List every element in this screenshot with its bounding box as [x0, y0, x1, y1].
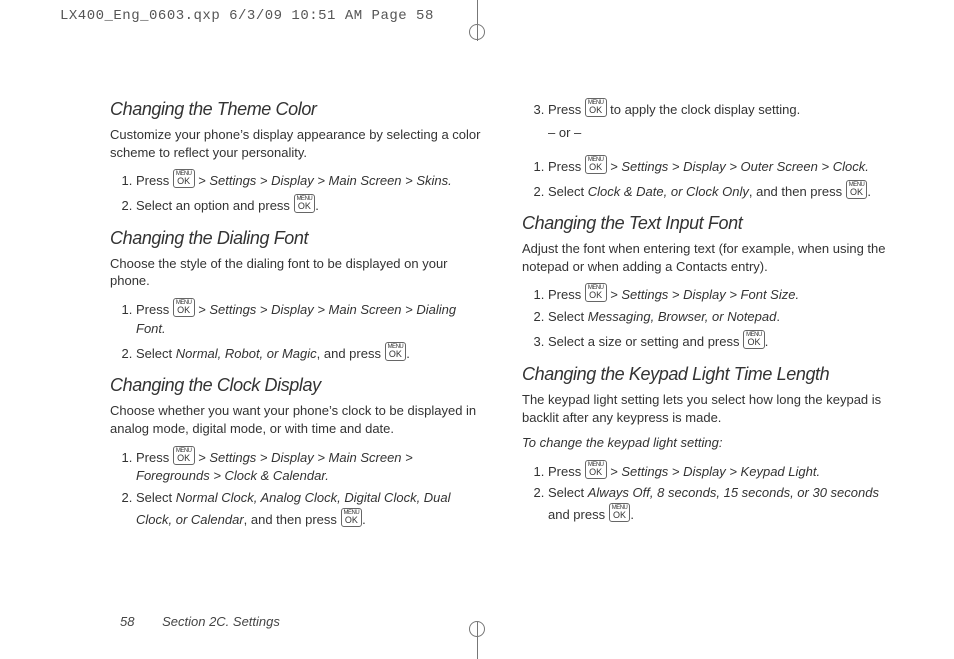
menu-ok-icon: MENUOK — [173, 298, 195, 317]
text: , and then press — [244, 512, 341, 527]
text: . — [867, 184, 871, 199]
steps-theme: Press MENUOK > Settings > Display > Main… — [110, 169, 482, 216]
step-theme-1: Press MENUOK > Settings > Display > Main… — [136, 169, 482, 191]
steps-dialing: Press MENUOK > Settings > Display > Main… — [110, 298, 482, 364]
left-column: Changing the Theme Color Customize your … — [110, 95, 482, 542]
text: Select — [136, 490, 176, 505]
text: , and press — [317, 346, 385, 361]
options: Normal, Robot, or Magic — [176, 346, 317, 361]
menu-ok-icon: MENUOK — [173, 169, 195, 188]
step-keypad-2: Select Always Off, 8 seconds, 15 seconds… — [548, 484, 894, 525]
text: Press — [548, 464, 585, 479]
crop-mark-bottom — [477, 637, 478, 659]
page-frame: Changing the Theme Color Customize your … — [50, 40, 924, 619]
crop-register-bottom — [469, 621, 485, 637]
step-clock-1: Press MENUOK > Settings > Display > Main… — [136, 446, 482, 487]
step-clock-2: Select Normal Clock, Analog Clock, Digit… — [136, 489, 482, 530]
step-text-1: Press MENUOK > Settings > Display > Font… — [548, 283, 894, 305]
menu-ok-icon: MENUOK — [585, 460, 607, 479]
text: Press — [136, 302, 173, 317]
section-label: Section 2C. Settings — [162, 614, 280, 629]
steps-keypad: Press MENUOK > Settings > Display > Keyp… — [522, 460, 894, 526]
step-dialing-1: Press MENUOK > Settings > Display > Main… — [136, 298, 482, 339]
menu-ok-icon: MENUOK — [385, 342, 407, 361]
text: and press — [548, 507, 609, 522]
text: Select an option and press — [136, 198, 294, 213]
options: Always Off, 8 seconds, 15 seconds, or 30… — [588, 485, 879, 500]
path: > Settings > Display > Font Size. — [607, 287, 800, 302]
text: Press — [136, 173, 173, 188]
step-clock-3: Press MENUOK to apply the clock display … — [548, 98, 894, 143]
menu-ok-icon: MENUOK — [585, 155, 607, 174]
text: Select — [548, 184, 588, 199]
crop-register-top — [469, 24, 485, 40]
menu-ok-icon: MENUOK — [173, 446, 195, 465]
menu-ok-icon: MENUOK — [341, 508, 363, 527]
steps-clock: Press MENUOK > Settings > Display > Main… — [110, 446, 482, 530]
path: > Settings > Display > Keypad Light. — [607, 464, 821, 479]
page-number: 58 — [120, 614, 134, 629]
para-dialing-intro: Choose the style of the dialing font to … — [110, 255, 482, 290]
text: . — [630, 507, 634, 522]
text: . — [315, 198, 319, 213]
menu-ok-icon: MENUOK — [743, 330, 765, 349]
step-outer-2: Select Clock & Date, or Clock Only, and … — [548, 180, 894, 202]
path: > Settings > Display > Outer Screen > Cl… — [607, 159, 869, 174]
heading-keypad-light: Changing the Keypad Light Time Length — [522, 364, 894, 385]
text: . — [406, 346, 410, 361]
crop-mark-top — [477, 0, 478, 24]
steps-outer-clock: Press MENUOK > Settings > Display > Oute… — [522, 155, 894, 202]
path: > Settings > Display > Main Screen > Ski… — [195, 173, 452, 188]
steps-text-font: Press MENUOK > Settings > Display > Font… — [522, 283, 894, 352]
text: Press — [548, 287, 585, 302]
heading-theme-color: Changing the Theme Color — [110, 99, 482, 120]
step-text-2: Select Messaging, Browser, or Notepad. — [548, 308, 894, 327]
text: Select — [548, 485, 588, 500]
text: to apply the clock display setting. — [607, 102, 801, 117]
heading-text-input-font: Changing the Text Input Font — [522, 213, 894, 234]
text: , and then press — [749, 184, 846, 199]
heading-clock-display: Changing the Clock Display — [110, 375, 482, 396]
menu-ok-icon: MENUOK — [609, 503, 631, 522]
step-theme-2: Select an option and press MENUOK. — [136, 194, 482, 216]
para-keypad-intro: The keypad light setting lets you select… — [522, 391, 894, 426]
step-text-3: Select a size or setting and press MENUO… — [548, 330, 894, 352]
text: . — [362, 512, 366, 527]
step-outer-1: Press MENUOK > Settings > Display > Oute… — [548, 155, 894, 177]
menu-ok-icon: MENUOK — [585, 283, 607, 302]
text: . — [765, 334, 769, 349]
para-clock-intro: Choose whether you want your phone’s clo… — [110, 402, 482, 437]
right-column: Press MENUOK to apply the clock display … — [522, 95, 894, 542]
text: Select — [136, 346, 176, 361]
menu-ok-icon: MENUOK — [846, 180, 868, 199]
text: Select a size or setting and press — [548, 334, 743, 349]
step-keypad-1: Press MENUOK > Settings > Display > Keyp… — [548, 460, 894, 482]
options: Clock & Date, or Clock Only — [588, 184, 749, 199]
or-divider: – or – — [548, 124, 894, 143]
step-dialing-2: Select Normal, Robot, or Magic, and pres… — [136, 342, 482, 364]
text: Press — [136, 450, 173, 465]
steps-clock-cont: Press MENUOK to apply the clock display … — [522, 98, 894, 143]
options: Messaging, Browser, or Notepad — [588, 309, 777, 324]
para-keypad-sub: To change the keypad light setting: — [522, 434, 894, 452]
text: Select — [548, 309, 588, 324]
menu-ok-icon: MENUOK — [585, 98, 607, 117]
heading-dialing-font: Changing the Dialing Font — [110, 228, 482, 249]
text: . — [776, 309, 780, 324]
text: Press — [548, 102, 585, 117]
menu-ok-icon: MENUOK — [294, 194, 316, 213]
text: Press — [548, 159, 585, 174]
page-footer: 58 Section 2C. Settings — [120, 614, 280, 629]
para-text-font-intro: Adjust the font when entering text (for … — [522, 240, 894, 275]
para-theme-intro: Customize your phone’s display appearanc… — [110, 126, 482, 161]
print-trim-header: LX400_Eng_0603.qxp 6/3/09 10:51 AM Page … — [60, 8, 434, 24]
content-columns: Changing the Theme Color Customize your … — [50, 40, 924, 542]
